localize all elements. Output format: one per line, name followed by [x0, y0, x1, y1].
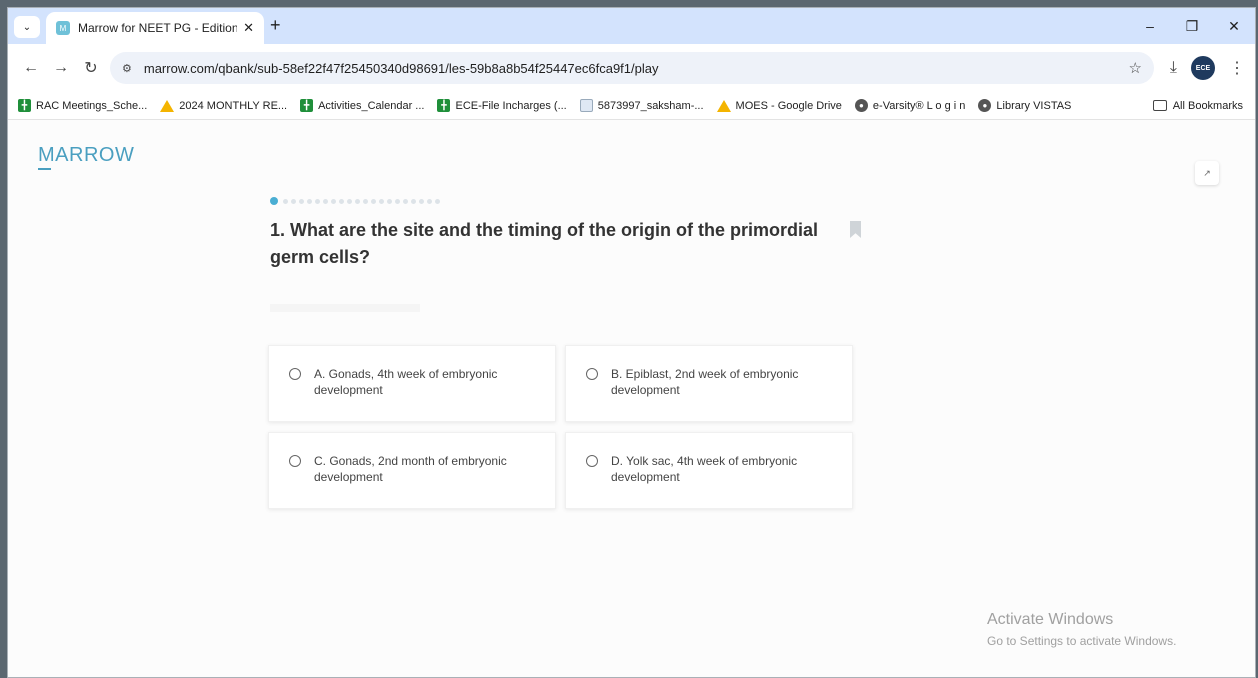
watermark-subtitle: Go to Settings to activate Windows.: [987, 634, 1177, 648]
progress-dot[interactable]: [411, 198, 416, 204]
page-content: MARROW ↗ 1. What are the site and the ti…: [8, 121, 1255, 677]
progress-dot[interactable]: [371, 198, 376, 204]
progress-dot[interactable]: [363, 198, 368, 204]
sheets-icon: ╋: [437, 99, 451, 112]
browser-toolbar: ← → ↻ ⚙ marrow.com/qbank/sub-58ef22f47f2…: [8, 44, 1255, 92]
progress-dot[interactable]: [355, 198, 360, 204]
question-text: 1. What are the site and the timing of t…: [270, 220, 819, 267]
bookmark-question-icon[interactable]: [850, 221, 861, 238]
option-b[interactable]: B. Epiblast, 2nd week of embryonic devel…: [565, 345, 853, 422]
globe-icon: ●: [854, 99, 868, 112]
radio-icon[interactable]: [586, 368, 598, 380]
bookmark-item[interactable]: ╋ ECE-File Incharges (...: [437, 99, 567, 112]
tab-title: Marrow for NEET PG - Edition 8: [78, 21, 238, 35]
tab-active[interactable]: M Marrow for NEET PG - Edition 8 ✕: [46, 12, 264, 44]
radio-icon[interactable]: [586, 455, 598, 467]
globe-icon: ●: [978, 99, 992, 112]
question-progress: [270, 197, 440, 205]
marrow-logo[interactable]: MARROW: [38, 144, 134, 167]
option-label: B. Epiblast, 2nd week of embryonic devel…: [611, 367, 799, 397]
windows-activation-watermark: Activate Windows Go to Settings to activ…: [987, 611, 1176, 648]
folder-icon: [1152, 100, 1167, 111]
site-info-icon[interactable]: ⚙: [122, 62, 132, 75]
tab-close-icon[interactable]: ✕: [243, 20, 254, 36]
progress-dot[interactable]: [323, 198, 328, 204]
all-bookmarks-button[interactable]: All Bookmarks: [1152, 100, 1243, 112]
toolbar-right: ⤓ ECE ⋮: [1170, 44, 1245, 92]
download-icon[interactable]: ⤓: [1170, 59, 1177, 77]
address-bar[interactable]: ⚙ marrow.com/qbank/sub-58ef22f47f2545034…: [110, 52, 1154, 84]
bookmark-item[interactable]: ╋ RAC Meetings_Sche...: [18, 99, 147, 112]
progress-dot-current[interactable]: [270, 197, 278, 205]
progress-dot[interactable]: [331, 198, 336, 204]
watermark-title: Activate Windows: [987, 611, 1114, 628]
close-window-button[interactable]: ✕: [1213, 8, 1255, 44]
progress-dot[interactable]: [347, 198, 352, 204]
expand-icon[interactable]: ↗: [1195, 161, 1219, 185]
doc-icon: [579, 99, 593, 112]
tab-search-chevron-icon[interactable]: ⌄: [14, 16, 40, 38]
bookmark-item[interactable]: 2024 MONTHLY RE...: [160, 99, 287, 112]
forward-icon[interactable]: →: [46, 59, 76, 77]
progress-dot[interactable]: [283, 198, 288, 204]
logo-underline: [38, 168, 51, 170]
progress-dot[interactable]: [435, 198, 440, 204]
bookmark-item[interactable]: ● Library VISTAS: [978, 99, 1071, 112]
option-label: C. Gonads, 2nd month of embryonic develo…: [314, 454, 507, 484]
progress-dot[interactable]: [307, 198, 312, 204]
browser-window: ⌄ M Marrow for NEET PG - Edition 8 ✕ + –…: [7, 7, 1256, 678]
drive-icon: [716, 99, 731, 112]
progress-dot[interactable]: [379, 198, 384, 204]
bookmark-item[interactable]: ╋ Activities_Calendar ...: [300, 99, 424, 112]
tab-strip: ⌄ M Marrow for NEET PG - Edition 8 ✕ + –…: [8, 8, 1255, 44]
drive-icon: [160, 99, 175, 112]
window-controls: – ❐ ✕: [1129, 8, 1255, 44]
marrow-favicon-icon: M: [56, 21, 70, 35]
progress-dot[interactable]: [315, 198, 320, 204]
bookmark-star-icon[interactable]: ☆: [1129, 59, 1142, 77]
bookmark-item[interactable]: ● e-Varsity® L o g i n: [854, 99, 965, 112]
progress-dot[interactable]: [427, 198, 432, 204]
restore-button[interactable]: ❐: [1171, 8, 1213, 44]
progress-dot[interactable]: [403, 198, 408, 204]
progress-dot[interactable]: [395, 198, 400, 204]
faint-placeholder: [270, 304, 420, 312]
radio-icon[interactable]: [289, 455, 301, 467]
sheets-icon: ╋: [300, 99, 314, 112]
new-tab-button[interactable]: +: [270, 16, 281, 34]
menu-icon[interactable]: ⋮: [1229, 58, 1245, 78]
option-label: D. Yolk sac, 4th week of embryonic devel…: [611, 454, 798, 484]
bookmarks-bar: ╋ RAC Meetings_Sche... 2024 MONTHLY RE...…: [8, 92, 1255, 120]
option-a[interactable]: A. Gonads, 4th week of embryonic develop…: [268, 345, 556, 422]
back-icon[interactable]: ←: [16, 59, 46, 77]
reload-icon[interactable]: ↻: [76, 58, 106, 78]
option-label: A. Gonads, 4th week of embryonic develop…: [314, 367, 498, 397]
profile-avatar[interactable]: ECE: [1191, 56, 1215, 80]
progress-dot[interactable]: [387, 198, 392, 204]
option-d[interactable]: D. Yolk sac, 4th week of embryonic devel…: [565, 432, 853, 509]
url-text[interactable]: marrow.com/qbank/sub-58ef22f47f25450340d…: [144, 61, 659, 76]
bookmark-item[interactable]: 5873997_saksham-...: [579, 99, 704, 112]
progress-dot[interactable]: [419, 198, 424, 204]
progress-dot[interactable]: [291, 198, 296, 204]
progress-dot[interactable]: [339, 198, 344, 204]
progress-dot[interactable]: [299, 198, 304, 204]
radio-icon[interactable]: [289, 368, 301, 380]
sheets-icon: ╋: [18, 99, 31, 112]
option-c[interactable]: C. Gonads, 2nd month of embryonic develo…: [268, 432, 556, 509]
bookmark-item[interactable]: MOES - Google Drive: [716, 99, 842, 112]
minimize-button[interactable]: –: [1129, 8, 1171, 44]
